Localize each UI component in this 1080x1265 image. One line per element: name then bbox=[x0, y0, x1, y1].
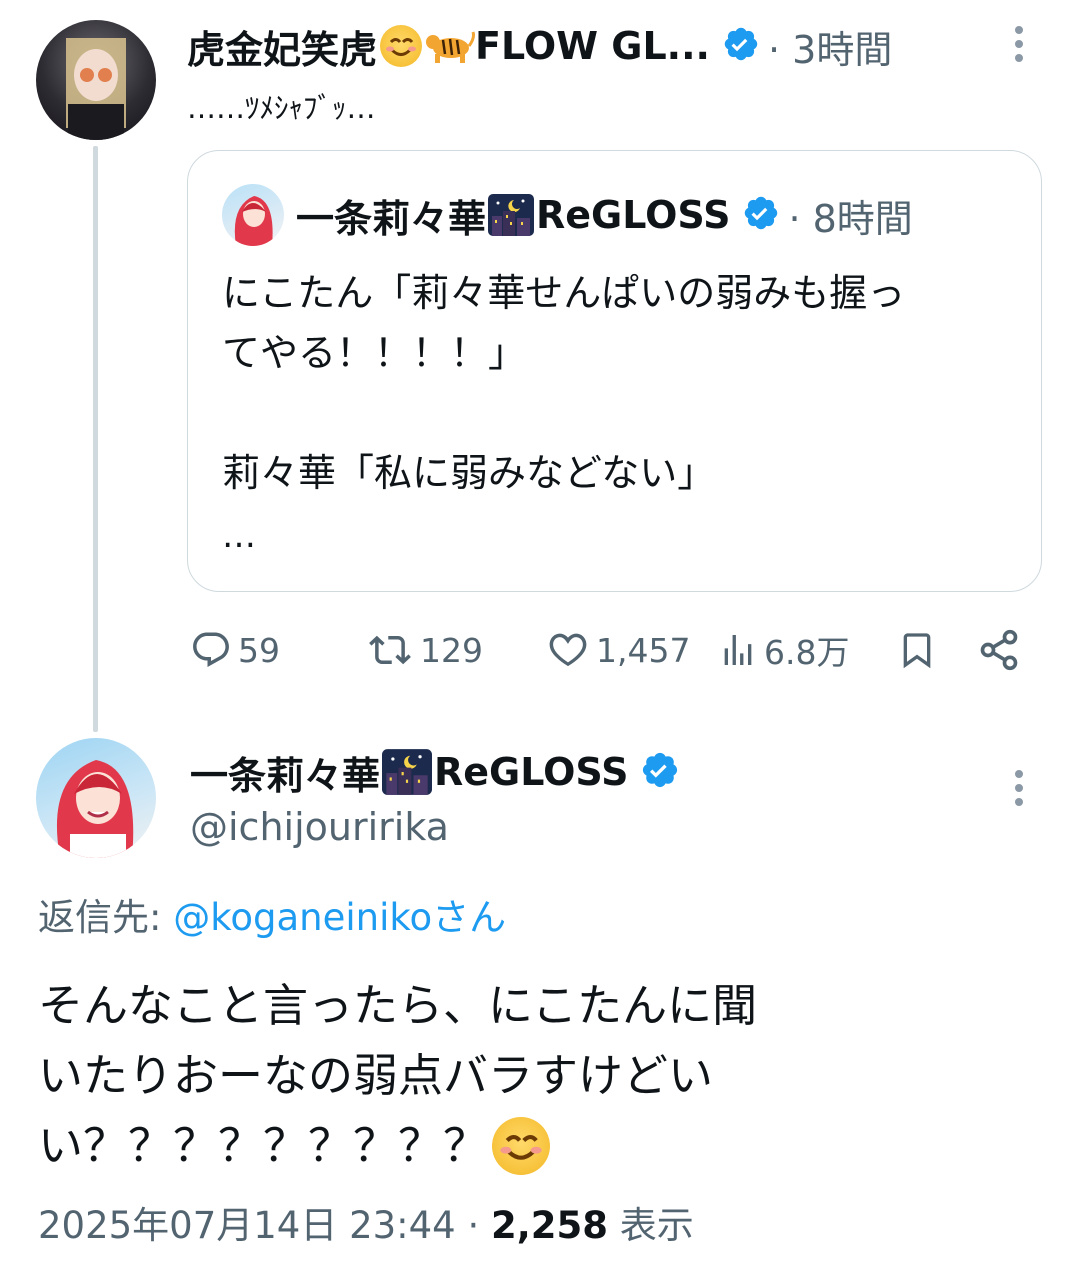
quote-text-ellipsis: … bbox=[222, 516, 256, 556]
night-city-emoji bbox=[382, 749, 433, 795]
like-icon bbox=[549, 633, 587, 667]
more-icon[interactable] bbox=[1015, 26, 1025, 68]
quote-tweet-card[interactable]: 一条莉々華 ReGLOSS · 8時間 にこたん「莉々華せんぱいの弱みも握っ て… bbox=[187, 150, 1042, 592]
bookmark-icon bbox=[903, 633, 931, 669]
tweet2-handle[interactable]: @ichijouririka bbox=[190, 802, 449, 852]
bookmark-button[interactable] bbox=[897, 628, 943, 672]
smiling-face-emoji bbox=[492, 1117, 551, 1175]
tweet1-author-name[interactable]: 虎金妃笑虎 bbox=[187, 19, 377, 74]
share-icon bbox=[980, 629, 1018, 671]
smiling-face-emoji bbox=[380, 25, 423, 67]
tweet2-text-line2: いたりおーなの弱点バラすけどい bbox=[38, 1049, 714, 1102]
tweet2-header: 一条莉々華 ReGLOSS bbox=[190, 744, 680, 800]
retweet-icon bbox=[369, 635, 411, 665]
reply-to-link[interactable]: @koganeinikoさん bbox=[173, 896, 506, 939]
tweet2-text-line3-wrap: い？？？？？？？？？ bbox=[38, 1114, 551, 1178]
verified-badge bbox=[742, 194, 780, 236]
reply-context: 返信先: @koganeinikoさん bbox=[38, 892, 506, 944]
reply-count: 59 bbox=[238, 630, 280, 670]
avatar-quote bbox=[222, 184, 284, 246]
verified-badge bbox=[722, 25, 760, 67]
tweet2-text-line1: そんなこと言ったら、にこたんに聞 bbox=[38, 979, 758, 1032]
quote-author-name: 一条莉々華 bbox=[296, 196, 487, 241]
tweet2-text-line3: い？？？？？？？？？ bbox=[38, 1119, 489, 1172]
avatar-art bbox=[56, 760, 134, 858]
tweet1-text: ……ﾂﾒｼｬﾌﾞｯ… bbox=[187, 91, 376, 125]
share-button[interactable] bbox=[977, 628, 1027, 672]
quote-header: 一条莉々華 ReGLOSS · 8時間 bbox=[296, 189, 913, 241]
reply-button[interactable]: 59 bbox=[190, 628, 280, 672]
night-city-emoji bbox=[488, 194, 535, 236]
retweet-count: 129 bbox=[420, 630, 483, 670]
tweet1-time[interactable]: · 3時間 bbox=[768, 19, 892, 74]
quote-time: · 8時間 bbox=[788, 196, 913, 241]
avatar-art bbox=[66, 38, 126, 140]
like-button[interactable]: 1,457 bbox=[546, 628, 690, 672]
tweet2-view-label: 表示 bbox=[608, 1204, 694, 1247]
quote-text-line1: にこたん「莉々華せんぱいの弱みも握っ bbox=[222, 271, 906, 315]
avatar-tweet1[interactable] bbox=[36, 20, 156, 140]
tweet1-header: 虎金妃笑虎 FLOW GL... · 3時間 bbox=[187, 18, 892, 74]
tweet2-view-count: 2,258 bbox=[491, 1204, 609, 1247]
thread-line bbox=[93, 146, 98, 732]
verified-badge bbox=[640, 750, 680, 794]
tweet2-meta: 2025年07月14日 23:44 · 2,258 表示 bbox=[38, 1200, 694, 1252]
reply-to-label: 返信先: bbox=[38, 896, 174, 939]
tweet2-date[interactable]: 2025年07月14日 23:44 · bbox=[38, 1204, 491, 1247]
tweet1-author-name-suffix[interactable]: FLOW GL... bbox=[475, 24, 710, 68]
more-icon[interactable] bbox=[1015, 770, 1025, 812]
reply-icon bbox=[193, 632, 229, 667]
tweet2-author-name-suffix[interactable]: ReGLOSS bbox=[434, 750, 628, 794]
quote-text-line2: てやる！！！！」 bbox=[222, 331, 527, 375]
tweet2-author-name[interactable]: 一条莉々華 bbox=[190, 745, 380, 800]
tiger-emoji bbox=[425, 28, 476, 64]
retweet-button[interactable]: 129 bbox=[366, 628, 483, 672]
quote-author-name-suffix: ReGLOSS bbox=[536, 193, 731, 237]
views-icon bbox=[724, 635, 752, 665]
quote-text-line3: 莉々華「私に弱みなどない」 bbox=[222, 451, 716, 495]
avatar-tweet2[interactable] bbox=[36, 738, 156, 858]
views-count: 6.8万 bbox=[764, 633, 850, 672]
like-count: 1,457 bbox=[596, 630, 691, 670]
views-button[interactable]: 6.8万 bbox=[718, 628, 849, 672]
